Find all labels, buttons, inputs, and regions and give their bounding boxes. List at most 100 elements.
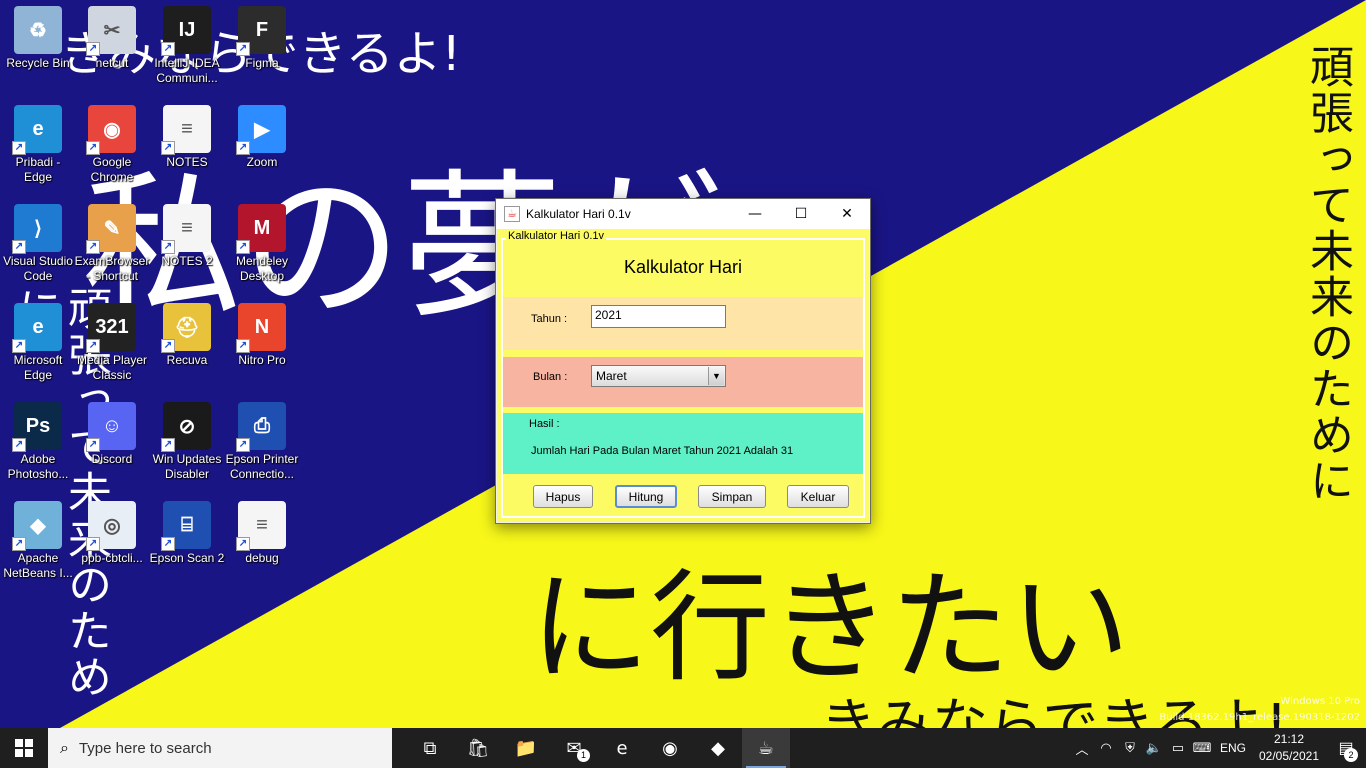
- notification-center-button[interactable]: ▤ 2: [1326, 738, 1366, 762]
- taskbar-app-edge[interactable]: e: [598, 728, 646, 768]
- wallpaper-bottom-text: に行きたい: [530, 559, 1130, 698]
- desktop-icon[interactable]: ✂ ↗ netcut: [74, 6, 150, 71]
- shortcut-arrow-icon: ↗: [161, 141, 175, 155]
- desktop-icon-label: Media Player Classic: [76, 353, 148, 382]
- desktop-icon[interactable]: F ↗ Figma: [224, 6, 300, 71]
- netcut-icon: ✂ ↗: [86, 6, 136, 56]
- shortcut-arrow-icon: ↗: [161, 240, 175, 254]
- desktop-icon[interactable]: IJ ↗ IntelliJ IDEA Communi...: [149, 6, 225, 86]
- netbeans-icon: ◆: [711, 737, 725, 759]
- shortcut-arrow-icon: ↗: [12, 537, 26, 551]
- desktop-icon[interactable]: ▶ ↗ Zoom: [224, 105, 300, 170]
- window-content: Kalkulator Hari 0.1v Kalkulator Hari Tah…: [497, 229, 869, 522]
- desktop-icon[interactable]: ♻ Recycle Bin: [0, 6, 76, 71]
- hapus-button[interactable]: Hapus: [533, 485, 593, 508]
- file-explorer-icon: 📁: [514, 737, 538, 759]
- desktop-icon-label: Figma: [245, 56, 279, 70]
- vscode-icon: ⟩ ↗: [12, 204, 62, 254]
- wallpaper-right-vertical-text: 頑張って未来のために: [1302, 44, 1353, 504]
- desktop-icon[interactable]: ◆ ↗ Apache NetBeans I...: [0, 501, 76, 581]
- desktop-icon-label: debug: [245, 551, 279, 565]
- window-titlebar[interactable]: ☕ Kalkulator Hari 0.1v — ☐ ✕: [496, 199, 870, 229]
- security-shield-icon[interactable]: ⛨: [1118, 740, 1142, 756]
- taskbar-app-task-view[interactable]: ⧉: [406, 728, 454, 768]
- shortcut-arrow-icon: ↗: [86, 537, 100, 551]
- shortcut-arrow-icon: ↗: [86, 339, 100, 353]
- taskbar-app-java[interactable]: ☕: [742, 728, 790, 768]
- desktop-icon-label: Adobe Photosho...: [7, 452, 69, 481]
- desktop-icon[interactable]: ◉ ↗ Google Chrome: [74, 105, 150, 185]
- taskbar-app-file-explorer[interactable]: 📁: [502, 728, 550, 768]
- desktop-icon[interactable]: ≡ ↗ NOTES: [149, 105, 225, 170]
- desktop-icon[interactable]: ⌸ ↗ Epson Scan 2: [149, 501, 225, 566]
- desktop-icon[interactable]: ⟩ ↗ Visual Studio Code: [0, 204, 76, 284]
- language-indicator[interactable]: ENG: [1214, 741, 1252, 755]
- shortcut-arrow-icon: ↗: [236, 438, 250, 452]
- nitro-icon: N ↗: [236, 303, 286, 353]
- shortcut-arrow-icon: ↗: [236, 141, 250, 155]
- desktop-icon[interactable]: ✎ ↗ ExamBrowser - Shortcut: [74, 204, 150, 284]
- discord-icon: ☺ ↗: [86, 402, 136, 452]
- shortcut-arrow-icon: ↗: [236, 42, 250, 56]
- desktop-icon[interactable]: Ps ↗ Adobe Photosho...: [0, 402, 76, 482]
- tahun-input[interactable]: 2021: [591, 305, 726, 328]
- shortcut-arrow-icon: ↗: [236, 240, 250, 254]
- dropdown-arrow-icon[interactable]: ▼: [708, 367, 724, 385]
- hasil-panel: Hasil : Jumlah Hari Pada Bulan Maret Tah…: [503, 413, 863, 474]
- desktop-icon[interactable]: e ↗ Microsoft Edge: [0, 303, 76, 383]
- desktop-icon[interactable]: e ↗ Pribadi - Edge: [0, 105, 76, 185]
- hasil-label: Hasil :: [529, 418, 560, 430]
- chrome-icon: ◉ ↗: [86, 105, 136, 155]
- desktop-icon[interactable]: ≡ ↗ debug: [224, 501, 300, 566]
- desktop-icon-label: Google Chrome: [90, 155, 134, 184]
- notification-count: 2: [1344, 748, 1358, 762]
- desktop-icon[interactable]: ◎ ↗ ppb-cbtcli...: [74, 501, 150, 566]
- network-icon[interactable]: ◠: [1094, 740, 1118, 756]
- edge-icon: e ↗: [12, 303, 62, 353]
- battery-icon[interactable]: ▭: [1166, 740, 1190, 756]
- chevron-up-icon[interactable]: ︿: [1070, 739, 1094, 758]
- close-button[interactable]: ✕: [824, 199, 870, 229]
- clock[interactable]: 21:12 02/05/2021: [1252, 731, 1326, 765]
- simpan-button[interactable]: Simpan: [698, 485, 766, 508]
- desktop-icon-label: Nitro Pro: [238, 353, 286, 367]
- taskbar-app-mail[interactable]: ✉ 1: [550, 728, 598, 768]
- minimize-button[interactable]: —: [732, 199, 778, 229]
- windows-logo-icon: [15, 739, 33, 757]
- recuva-icon: ⛑ ↗: [161, 303, 211, 353]
- java-icon: ☕: [757, 737, 775, 759]
- hasil-result-text: Jumlah Hari Pada Bulan Maret Tahun 2021 …: [531, 445, 794, 457]
- taskbar-app-netbeans[interactable]: ◆: [694, 728, 742, 768]
- intellij-icon: IJ ↗: [161, 6, 211, 56]
- kalkulator-hari-window[interactable]: ☕ Kalkulator Hari 0.1v — ☐ ✕ Kalkulator …: [495, 198, 871, 524]
- figma-icon: F ↗: [236, 6, 286, 56]
- chrome-icon: ◉: [662, 737, 678, 759]
- shortcut-arrow-icon: ↗: [236, 339, 250, 353]
- shortcut-arrow-icon: ↗: [86, 438, 100, 452]
- maximize-button[interactable]: ☐: [778, 199, 824, 229]
- bulan-dropdown[interactable]: Maret ▼: [591, 365, 726, 387]
- shortcut-arrow-icon: ↗: [161, 339, 175, 353]
- text-file-icon: ≡ ↗: [161, 105, 211, 155]
- desktop-icon[interactable]: ☺ ↗ Discord: [74, 402, 150, 467]
- desktop-icon-label: ExamBrowser - Shortcut: [74, 254, 150, 283]
- desktop-icon[interactable]: N ↗ Nitro Pro: [224, 303, 300, 368]
- desktop-icon[interactable]: 321 ↗ Media Player Classic: [74, 303, 150, 383]
- hitung-button[interactable]: Hitung: [615, 485, 677, 508]
- taskbar-app-microsoft-store[interactable]: 🛍: [454, 728, 502, 768]
- start-button[interactable]: [0, 728, 48, 768]
- volume-icon[interactable]: 🔈: [1142, 740, 1166, 756]
- keyboard-icon[interactable]: ⌨: [1190, 740, 1214, 756]
- shortcut-arrow-icon: ↗: [161, 537, 175, 551]
- desktop-icon[interactable]: ≡ ↗ NOTES 2: [149, 204, 225, 269]
- desktop-icon[interactable]: ⊘ ↗ Win Updates Disabler: [149, 402, 225, 482]
- desktop-icon-label: Mendeley Desktop: [235, 254, 289, 283]
- desktop-icon[interactable]: M ↗ Mendeley Desktop: [224, 204, 300, 284]
- desktop-icon[interactable]: ⎙ ↗ Epson Printer Connectio...: [224, 402, 300, 482]
- desktop-icon-label: Apache NetBeans I...: [3, 551, 73, 580]
- shortcut-arrow-icon: ↗: [236, 537, 250, 551]
- taskbar-search-box[interactable]: ⌕ Type here to search: [48, 728, 392, 768]
- keluar-button[interactable]: Keluar: [787, 485, 849, 508]
- desktop-icon[interactable]: ⛑ ↗ Recuva: [149, 303, 225, 368]
- taskbar-app-chrome[interactable]: ◉: [646, 728, 694, 768]
